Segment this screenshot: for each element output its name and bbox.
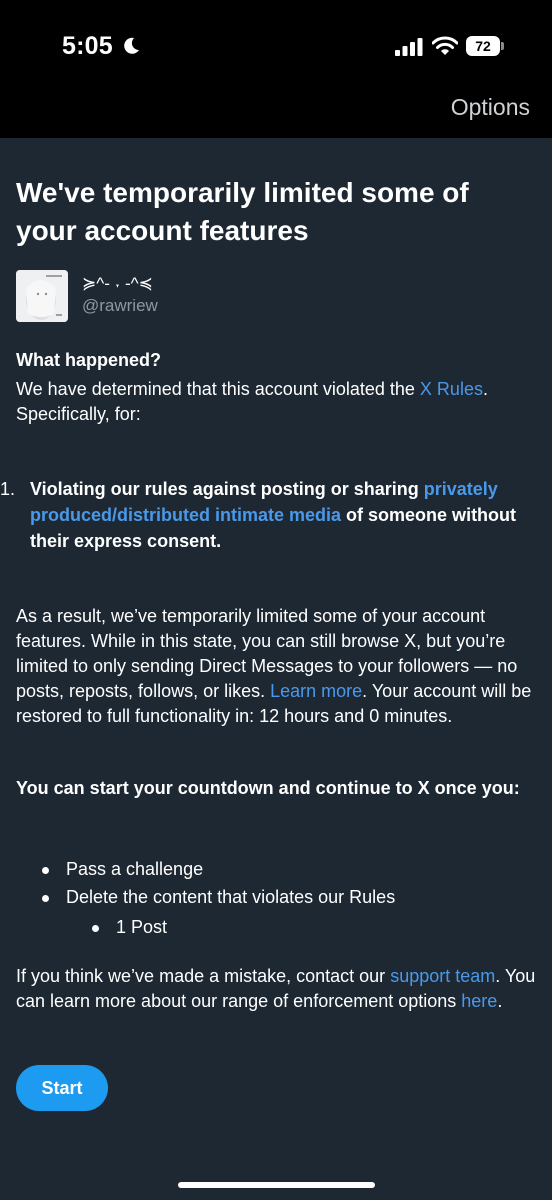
enforcement-options-link[interactable]: here xyxy=(461,991,497,1011)
learn-more-link[interactable]: Learn more xyxy=(270,681,362,701)
what-happened-heading: What happened? xyxy=(16,350,161,370)
battery-tip xyxy=(501,42,504,50)
violation-item: 1. Violating our rules against posting o… xyxy=(0,476,536,554)
bullet-dot xyxy=(42,895,49,902)
account-handle: @rawriew xyxy=(82,296,158,315)
list-item: Pass a challenge xyxy=(42,857,203,882)
bullet-dot xyxy=(92,925,99,932)
result-body: As a result, we’ve temporarily limited s… xyxy=(16,604,538,729)
sub-list-item: 1 Post xyxy=(92,915,167,940)
countdown-heading: You can start your countdown and continu… xyxy=(16,778,520,798)
moon-icon xyxy=(124,37,139,54)
signal-icon xyxy=(395,38,423,56)
avatar xyxy=(16,270,68,322)
violation-number: 1. xyxy=(0,479,16,499)
sub-list-item-label: 1 Post xyxy=(116,917,168,937)
page-title: We've temporarily limited some of your a… xyxy=(16,177,469,246)
battery-icon: 72 xyxy=(466,36,504,56)
battery-level: 72 xyxy=(466,36,500,56)
status-time: 5:05 xyxy=(62,32,113,60)
what-happened-body: We have determined that this account vio… xyxy=(16,377,536,427)
options-button[interactable]: Options xyxy=(451,94,530,121)
bullet-dot xyxy=(42,867,49,874)
wifi-icon xyxy=(432,36,458,55)
top-bar: 5:05 72 Options xyxy=(0,0,552,138)
home-indicator[interactable] xyxy=(178,1182,375,1188)
x-rules-link[interactable]: X Rules xyxy=(420,379,483,399)
violation-text-start: Violating our rules against posting or s… xyxy=(30,479,424,499)
mistake-body: If you think we’ve made a mistake, conta… xyxy=(16,964,536,1014)
start-button[interactable]: Start xyxy=(16,1065,108,1111)
support-team-link[interactable]: support team xyxy=(390,966,495,986)
avatar-image xyxy=(16,270,68,322)
what-happened-text: We have determined that this account vio… xyxy=(16,379,420,399)
display-name: ≽^- ˕ -^≼ xyxy=(82,274,153,293)
mistake-text-end: . xyxy=(497,991,503,1011)
violation-text: Violating our rules against posting or s… xyxy=(30,476,530,554)
list-item-label: Pass a challenge xyxy=(66,859,204,879)
list-item-label: Delete the content that violates our Rul… xyxy=(66,887,396,907)
mistake-text: If you think we’ve made a mistake, conta… xyxy=(16,966,391,986)
list-item: Delete the content that violates our Rul… xyxy=(42,885,395,910)
